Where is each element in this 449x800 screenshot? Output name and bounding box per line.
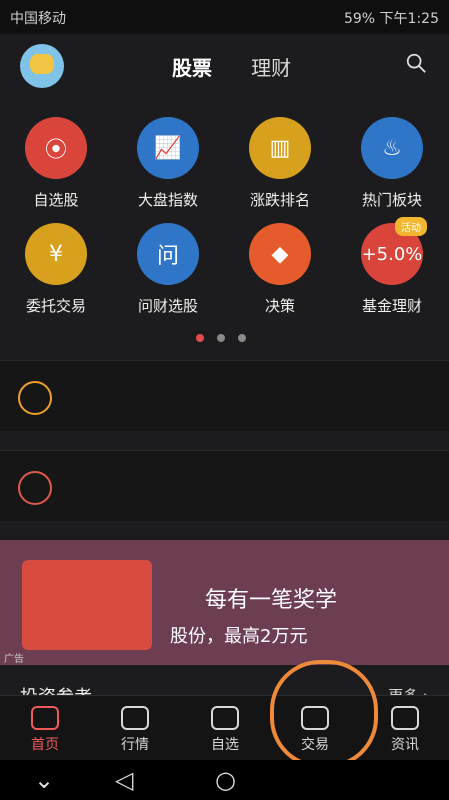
nav-recent-button[interactable]: ⌄ [34,766,54,794]
tile-hot[interactable]: ♨ 热门板块 [336,117,448,210]
tile-index[interactable]: 📈 大盘指数 [112,117,224,210]
banner-subtitle: 股份，最高2万元 [170,626,308,647]
bottom-tab-market[interactable]: 行情 [90,696,180,761]
bottom-tab-label: 行情 [121,737,149,753]
diamond-icon: ◆ [249,223,311,285]
tile-watchlist[interactable]: ⦿ 自选股 [0,117,112,210]
percent-icon: +5.0% 活动 [361,217,427,285]
home-icon [31,706,59,730]
news-icon [391,706,419,730]
tile-label: 大盘指数 [137,191,198,209]
person-icon: ⦿ [25,117,87,179]
ad-label: 广告 [4,654,24,665]
tile-decision[interactable]: ◆ 决策 [224,223,336,316]
pager-dot [217,334,226,342]
search-icon[interactable] [405,52,427,74]
tile-fund[interactable]: +5.0% 活动 基金理财 [336,217,448,316]
chart-icon: 📈 [137,117,199,179]
tile-trade[interactable]: ¥ 委托交易 [0,223,112,316]
tile-label: 基金理财 [361,297,422,315]
banner-title: 每有一笔奖学 [205,588,338,613]
ad-banner[interactable]: 每有一笔奖学 股份，最高2万元 广告 [0,540,449,665]
tile-ask[interactable]: 问 问财选股 [112,223,224,316]
flame-icon: ♨ [361,117,423,179]
tab-stocks[interactable]: 股票 [172,56,212,80]
tile-label: 委托交易 [25,297,86,315]
nav-back-button[interactable]: ◁ [115,766,133,794]
news-card-1[interactable] [0,360,449,431]
system-nav-bar: ⌄ ◁ ○ [0,760,449,800]
bars-icon: ▥ [249,117,311,179]
avatar[interactable] [20,44,64,88]
feature-grid: ⦿ 自选股 📈 大盘指数 ▥ 涨跌排名 ♨ 热门板块 ¥ 委托交易 问 问财选股… [0,105,449,345]
tile-label: 热门板块 [361,191,422,209]
pager-dot [238,334,247,342]
tile-label: 问财选股 [137,297,198,315]
bottom-tab-bar: 首页 行情 自选 交易 资讯 [0,695,449,761]
yen-icon: ¥ [25,223,87,285]
pager-dots [196,327,254,346]
bottom-tab-label: 自选 [211,737,239,753]
news-card-2[interactable] [0,450,449,521]
tile-label: 决策 [264,297,295,315]
tile-rank[interactable]: ▥ 涨跌排名 [224,117,336,210]
carrier-text: 中国移动 [10,11,66,27]
fund-rate-text: +5.0% [361,243,423,265]
lightbulb-icon [18,381,52,415]
tile-label: 自选股 [33,191,79,209]
bottom-tab-watchlist[interactable]: 自选 [180,696,270,761]
tile-label: 涨跌排名 [249,191,310,209]
annotation-circle [270,660,378,768]
target-icon [18,471,52,505]
gift-box-image [22,560,152,650]
person-icon [211,706,239,730]
status-bar: 中国移动 59% 下午1:25 [0,0,449,34]
bottom-tab-home[interactable]: 首页 [0,696,90,761]
promo-badge: 活动 [395,217,427,236]
bottom-tab-label: 首页 [31,737,59,753]
pager-dot-active [196,334,204,342]
nav-home-button[interactable]: ○ [215,766,236,794]
chart-icon [121,706,149,730]
status-right-text: 59% 下午1:25 [343,11,439,27]
top-tabs: 股票 理财 [172,52,325,81]
question-icon: 问 [137,223,199,285]
tab-wealth[interactable]: 理财 [251,56,291,80]
